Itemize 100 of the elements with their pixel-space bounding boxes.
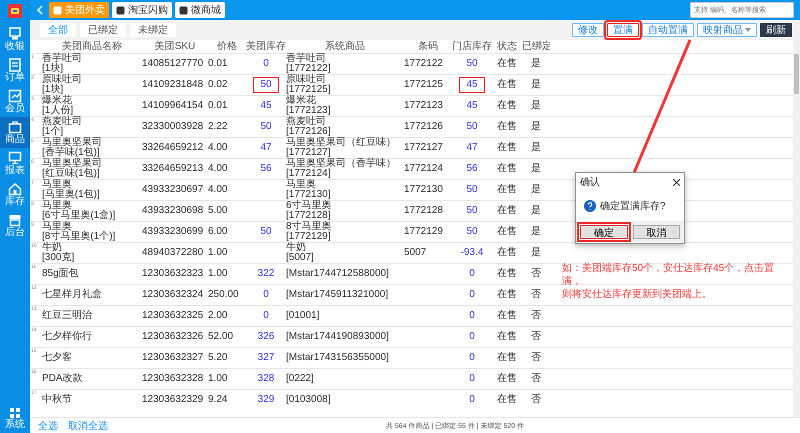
sku-cell: 48940372280 [142,248,204,258]
column-header: 条码 [418,41,438,52]
system-product: 马里奥 [1772130] [286,180,330,200]
platform-tab[interactable]: 淘宝闪购 [112,2,172,18]
status-cell: 在售 [497,311,517,321]
sku-cell: 12303632328 [142,374,204,384]
system-product: 燕麦吐司 [1772126] [286,117,330,137]
sku-cell: 12303632325 [142,311,204,321]
action-button[interactable]: 刷新 [760,23,792,37]
dialog-button[interactable]: 取消 [632,225,680,239]
stock-cell: 50 [466,185,478,195]
sidebar-item[interactable]: 报表 [0,148,30,179]
stock-cell: 329 [258,395,274,405]
barcode-cell: 1772129 [404,227,443,237]
price-cell: 5.20 [208,353,228,363]
sku-cell: 12303632324 [142,290,204,300]
stock-cell: 50 [466,227,478,237]
column-header: 状态 [497,41,517,52]
column-header: 门店库存 [452,41,492,52]
filter-tab[interactable]: 已绑定 [80,23,126,37]
document-icon [8,58,22,72]
stock-cell: 0 [469,395,475,405]
status-cell: 在售 [497,290,517,300]
system-product: 6寸马里奥 [1772128] [286,201,332,221]
action-button[interactable]: 修改 [572,23,604,37]
footer-link[interactable]: 取消全选 [68,418,108,432]
status-cell: 在售 [497,59,517,69]
caret-icon [745,28,751,32]
action-button[interactable]: 映射商品 [697,23,757,37]
sku-cell: 12303632326 [142,332,204,342]
status-cell: 在售 [497,395,517,405]
stock-cell: 47 [466,143,478,153]
column-header: 价格 [217,41,237,52]
column-header: 美团库存 [246,41,286,52]
system-product: 马里奥坚果司（香芋味） [1772124] [286,159,396,179]
system-product: [0222] [286,374,314,384]
price-cell: 0.01 [208,101,228,111]
system-product: [01001] [286,311,320,321]
platform-tab[interactable]: 美团外卖 [49,2,109,18]
status-cell: 在售 [497,80,517,90]
stock-cell: 56 [260,164,272,174]
product-name: 燕麦吐司 [1个] [42,117,82,137]
sku-cell: 33264659212 [142,143,204,153]
barcode-cell: 1772126 [404,122,443,132]
product-name: 红豆三明治 [42,311,92,321]
bound-cell: 否 [531,269,541,279]
stock-cell: 50 [260,227,272,237]
price-cell: 6.00 [208,227,228,237]
annotation-text: 如：美团端库存50个，安仕达库存45个，点击置满， 则将安仕达库存更新到美团端上。 [562,262,776,301]
bound-cell: 是 [531,143,541,153]
system-product: [Mstar1744712588000] [286,269,389,279]
price-cell: 250.00 [208,290,239,300]
house-icon [8,182,22,196]
system-product: [Mstar1743156355000] [286,353,389,363]
stock-cell: 0 [469,311,475,321]
sku-cell: 32330003928 [142,122,204,132]
close-icon[interactable] [673,178,680,186]
bound-cell: 是 [531,185,541,195]
price-cell: 1.00 [208,269,228,279]
sidebar-item[interactable]: 订单 [0,55,30,86]
sidebar-item[interactable]: 库存 [0,179,30,210]
bound-cell: 是 [531,80,541,90]
system-product: 牛奶 [5007] [286,243,314,263]
stock-cell: 0 [469,269,475,279]
product-name: 马里奥坚果司 [红豆味(1包)] [42,159,102,179]
product-name: 马里奥 [6寸马里奥(1盒)] [42,201,116,221]
barcode-cell: 1772128 [404,206,443,216]
status-cell: 在售 [497,122,517,132]
stock-cell: 45 [260,101,272,111]
product-name: 马里奥 [马里奥(1包)] [42,180,100,200]
column-header: 美团商品名称 [62,41,122,52]
price-cell: 4.00 [208,185,228,195]
product-name: 香芋吐司 [1块] [42,54,82,74]
bound-cell: 是 [531,206,541,216]
sidebar-item[interactable]: 会员 [0,86,30,117]
sidebar-item[interactable]: 后台 [0,210,30,241]
sku-cell: 14085127770 [142,59,204,69]
footer-link[interactable]: 全选 [38,418,58,432]
barcode-cell: 1772125 [404,80,443,90]
dialog-message: 确定置满库存? [600,200,666,213]
stock-cell: 0 [263,311,269,321]
price-cell: 4.00 [208,143,228,153]
filter-tab[interactable]: 未绑定 [130,23,176,37]
stock-cell: 0 [263,59,269,69]
bound-cell: 是 [531,122,541,132]
bound-cell: 是 [531,227,541,237]
price-cell: 1.00 [208,374,228,384]
stock-cell: 0 [469,374,475,384]
barcode-cell: 1772123 [404,101,443,111]
platform-tab[interactable]: 微商城 [175,2,225,18]
sidebar-item[interactable]: 系统 [0,404,30,433]
scrollbar[interactable] [793,40,800,417]
sidebar-item[interactable]: 商品 [0,117,30,148]
stock-cell: 47 [260,143,272,153]
action-button[interactable]: 自动置满 [642,23,694,37]
action-button[interactable]: 置满 [607,23,639,37]
product-name: 马里奥坚果司 [香芋味(1包)] [42,138,102,158]
filter-tab[interactable]: 全部 [40,23,76,37]
sidebar-item[interactable]: 收银 [0,24,30,55]
stock-cell: 56 [466,164,478,174]
